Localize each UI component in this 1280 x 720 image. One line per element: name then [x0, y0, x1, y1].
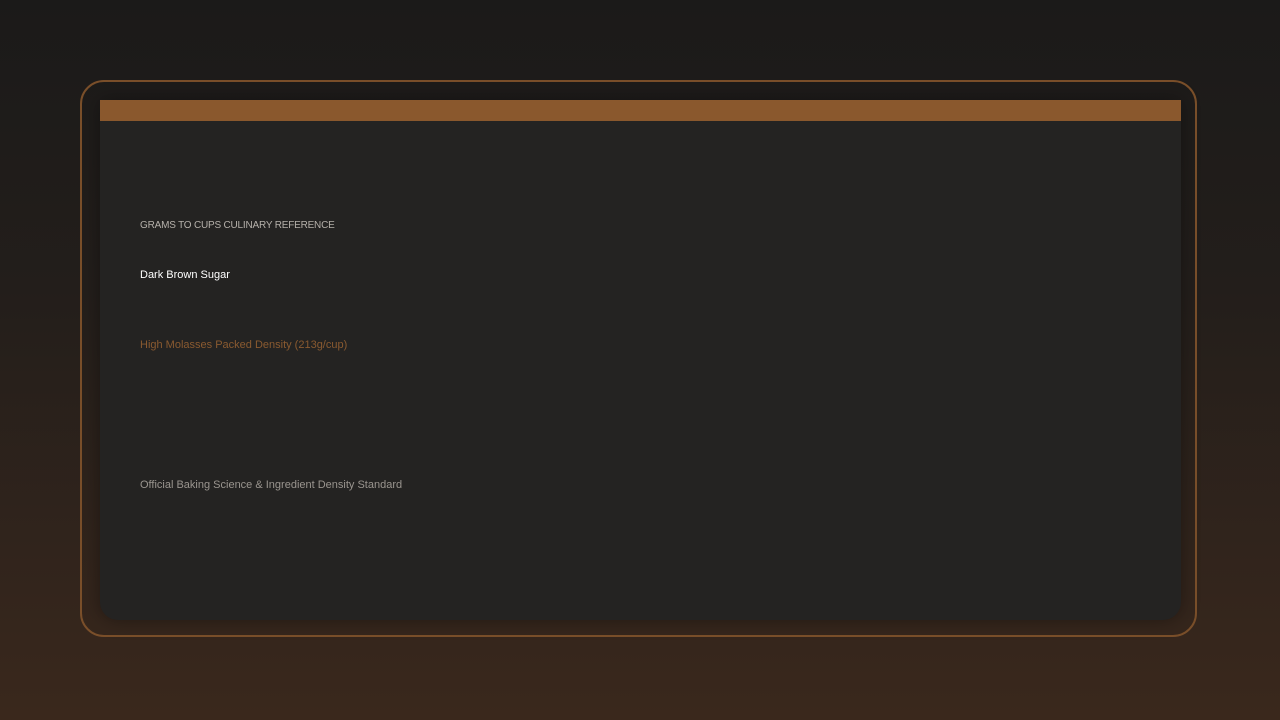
ingredient-name: Dark Brown Sugar: [140, 269, 230, 281]
eyebrow-label: GRAMS TO CUPS CULINARY REFERENCE: [140, 220, 335, 231]
accent-bar: [100, 100, 1181, 121]
footer-source: Official Baking Science & Ingredient Den…: [140, 479, 403, 491]
reference-card: GRAMS TO CUPS CULINARY REFERENCE Dark Br…: [100, 100, 1181, 620]
density-note: High Molasses Packed Density (213g/cup): [140, 339, 348, 351]
